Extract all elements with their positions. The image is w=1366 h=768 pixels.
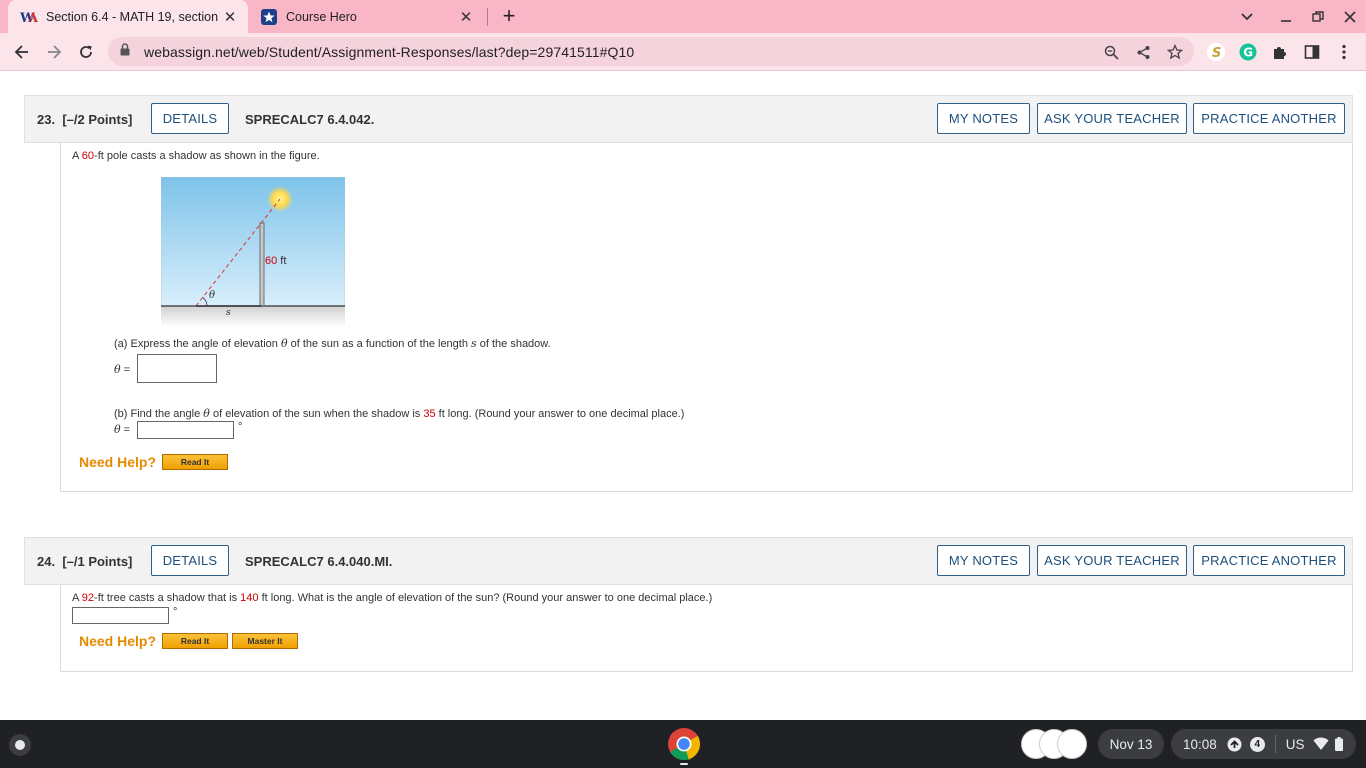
part-b-answer-input[interactable]: [137, 421, 234, 439]
date-pill[interactable]: Nov 13: [1098, 729, 1164, 759]
side-panel-icon[interactable]: [1302, 42, 1322, 62]
upload-icon: [1227, 737, 1242, 752]
tab-coursehero[interactable]: Course Hero ✕: [252, 0, 484, 33]
close-tab-icon[interactable]: ✕: [222, 8, 238, 26]
ask-teacher-button[interactable]: ASK YOUR TEACHER: [1037, 545, 1187, 576]
browser-toolbar: webassign.net/web/Student/Assignment-Res…: [0, 33, 1366, 71]
tab-title: Course Hero: [286, 9, 357, 24]
lock-icon: [120, 42, 134, 61]
details-button[interactable]: DETAILS: [151, 103, 229, 134]
share-icon[interactable]: [1134, 44, 1152, 60]
theta-label: θ: [209, 290, 216, 301]
tray-divider: [1274, 735, 1276, 753]
part-a-answer-input[interactable]: [137, 354, 217, 383]
part-a-prompt: (a) Express the angle of elevation θ of …: [114, 337, 551, 350]
shadow-s-label: s: [226, 308, 231, 318]
zoom-icon[interactable]: [1102, 44, 1120, 60]
need-help-label: Need Help?: [79, 454, 157, 470]
status-tray[interactable]: 10:08 4 US: [1171, 729, 1356, 759]
new-tab-icon[interactable]: +: [500, 3, 518, 29]
notification-badge: 4: [1249, 736, 1265, 752]
chrome-app-icon[interactable]: [667, 727, 701, 765]
launcher-icon[interactable]: [9, 734, 31, 756]
extensions-puzzle-icon[interactable]: [1270, 42, 1290, 62]
bookmark-star-icon[interactable]: [1166, 44, 1184, 60]
master-it-button[interactable]: Master It: [232, 633, 298, 649]
answer-input[interactable]: [72, 607, 169, 624]
question-prompt: A 92-ft tree casts a shadow that is 140 …: [72, 592, 713, 604]
my-notes-button[interactable]: MY NOTES: [937, 103, 1030, 134]
svg-text:G: G: [1243, 46, 1253, 60]
question-code: SPRECALC7 6.4.040.MI.: [245, 554, 393, 569]
os-shelf: Nov 13 10:08 4 US: [0, 720, 1366, 768]
tab-webassign[interactable]: WA Section 6.4 - MATH 19, section 6 ✕: [8, 0, 248, 33]
svg-text:S: S: [1212, 46, 1221, 61]
tab-strip: WA Section 6.4 - MATH 19, section 6 ✕ Co…: [0, 0, 1366, 33]
tab-search-chevron-icon[interactable]: [1234, 0, 1260, 33]
grammarly-icon[interactable]: G: [1238, 42, 1258, 62]
theta-equals-label: θ =: [114, 363, 131, 376]
keyboard-layout: US: [1285, 736, 1305, 752]
menu-kebab-icon[interactable]: [1334, 42, 1354, 62]
degree-symbol: °: [173, 606, 178, 618]
webassign-icon: WA: [20, 9, 38, 25]
need-help-label: Need Help?: [79, 633, 157, 649]
question-code: SPRECALC7 6.4.042.: [245, 112, 375, 127]
question-header: 23. [–/2 Points] DETAILS SPRECALC7 6.4.0…: [24, 95, 1353, 143]
details-button[interactable]: DETAILS: [151, 545, 229, 576]
practice-another-button[interactable]: PRACTICE ANOTHER: [1193, 545, 1345, 576]
forward-icon[interactable]: [40, 33, 68, 71]
question-prompt: A 60-ft pole casts a shadow as shown in …: [72, 150, 320, 162]
time-text: 10:08: [1183, 736, 1217, 752]
my-notes-button[interactable]: MY NOTES: [937, 545, 1030, 576]
battery-icon: [1334, 737, 1343, 751]
svg-text:A: A: [27, 11, 38, 24]
question-number: 23. [–/2 Points]: [37, 112, 133, 127]
read-it-button[interactable]: Read It: [162, 454, 228, 470]
coursehero-star-icon: [260, 8, 278, 25]
wifi-icon: [1313, 737, 1329, 751]
url-text: webassign.net/web/Student/Assignment-Res…: [144, 43, 635, 60]
question-header: 24. [–/1 Points] DETAILS SPRECALC7 6.4.0…: [24, 537, 1353, 585]
degree-symbol: °: [238, 421, 243, 433]
account-avatars[interactable]: [1021, 729, 1089, 759]
question-number: 24. [–/1 Points]: [37, 554, 133, 569]
back-icon[interactable]: [8, 33, 36, 71]
part-b-prompt: (b) Find the angle θ of elevation of the…: [114, 407, 685, 420]
pole-shadow-figure: 60 ft θ s: [160, 176, 346, 327]
ask-teacher-button[interactable]: ASK YOUR TEACHER: [1037, 103, 1187, 134]
restore-icon[interactable]: [1305, 0, 1331, 33]
address-bar[interactable]: webassign.net/web/Student/Assignment-Res…: [108, 37, 1194, 66]
close-window-icon[interactable]: [1337, 0, 1363, 33]
pole-height-label: 60 ft: [265, 255, 287, 267]
read-it-button[interactable]: Read It: [162, 633, 228, 649]
close-tab-icon[interactable]: ✕: [458, 8, 474, 26]
date-text: Nov 13: [1109, 736, 1153, 752]
minimize-icon[interactable]: [1273, 0, 1299, 33]
tab-title: Section 6.4 - MATH 19, section 6: [46, 9, 222, 24]
reload-icon[interactable]: [72, 33, 100, 71]
extension-s-icon[interactable]: S: [1206, 42, 1226, 62]
tab-divider: [487, 8, 488, 26]
theta-equals-label: θ =: [114, 423, 131, 436]
practice-another-button[interactable]: PRACTICE ANOTHER: [1193, 103, 1345, 134]
